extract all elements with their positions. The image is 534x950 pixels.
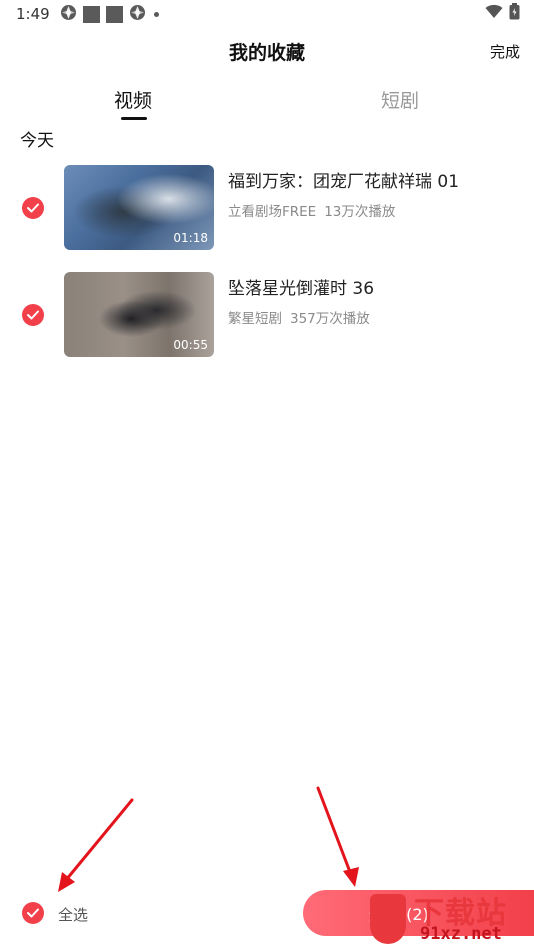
video-thumbnail[interactable]: 00:55 (64, 272, 214, 357)
video-source: 立看剧场FREE (228, 204, 317, 220)
arrow-to-select-all (58, 798, 134, 892)
section-label-today: 今天 (20, 131, 54, 151)
watermark-url: 91xz.net (420, 924, 502, 944)
video-duration: 01:18 (173, 231, 208, 245)
status-icons-right (485, 2, 520, 24)
list-item[interactable]: 00:55 坠落星光倒灌时 36 繁星短剧 357万次播放 (0, 272, 534, 358)
list-item[interactable]: 01:18 福到万家：团宠厂花献祥瑞 01 立看剧场FREE 13万次播放 (0, 165, 534, 251)
status-bar: 1:49 (0, 0, 534, 28)
check-icon (27, 310, 39, 320)
header: 我的收藏 完成 (0, 30, 534, 74)
arrow-to-delete (316, 786, 359, 887)
watermark-logo: 下载站 91xz.net (362, 886, 532, 950)
wifi-icon (485, 4, 503, 23)
active-tab-indicator (121, 117, 147, 120)
video-thumbnail[interactable]: 01:18 (64, 165, 214, 250)
video-plays: 13万次播放 (324, 204, 396, 220)
check-icon (27, 908, 39, 918)
tab-bar: 视频 短剧 (0, 86, 534, 126)
status-time: 1:49 (16, 5, 50, 23)
video-plays: 357万次播放 (290, 311, 370, 327)
video-source: 繁星短剧 (228, 311, 282, 327)
aperture-icon (60, 4, 77, 25)
status-icons-left (60, 4, 159, 25)
video-meta: 立看剧场FREE 13万次播放 (228, 200, 395, 220)
square-icon (106, 5, 123, 23)
dot-icon (154, 11, 159, 17)
page-title: 我的收藏 (228, 42, 305, 64)
tab-video[interactable]: 视频 (114, 86, 152, 113)
video-meta: 繁星短剧 357万次播放 (228, 307, 370, 327)
aperture-icon (129, 4, 146, 25)
annotation-arrows (58, 786, 359, 892)
tab-short-drama[interactable]: 短剧 (381, 86, 419, 113)
item-checkbox[interactable] (22, 304, 44, 326)
video-title[interactable]: 坠落星光倒灌时 36 (228, 274, 374, 299)
video-duration: 00:55 (173, 338, 208, 352)
item-checkbox[interactable] (22, 197, 44, 219)
watermark-shield-icon (370, 894, 406, 944)
square-icon (83, 5, 100, 23)
battery-icon (509, 2, 520, 24)
video-title[interactable]: 福到万家：团宠厂花献祥瑞 01 (228, 167, 459, 192)
done-button[interactable]: 完成 (490, 41, 520, 62)
select-all-label[interactable]: 全选 (58, 904, 88, 925)
check-icon (27, 203, 39, 213)
select-all-checkbox[interactable] (22, 902, 44, 924)
